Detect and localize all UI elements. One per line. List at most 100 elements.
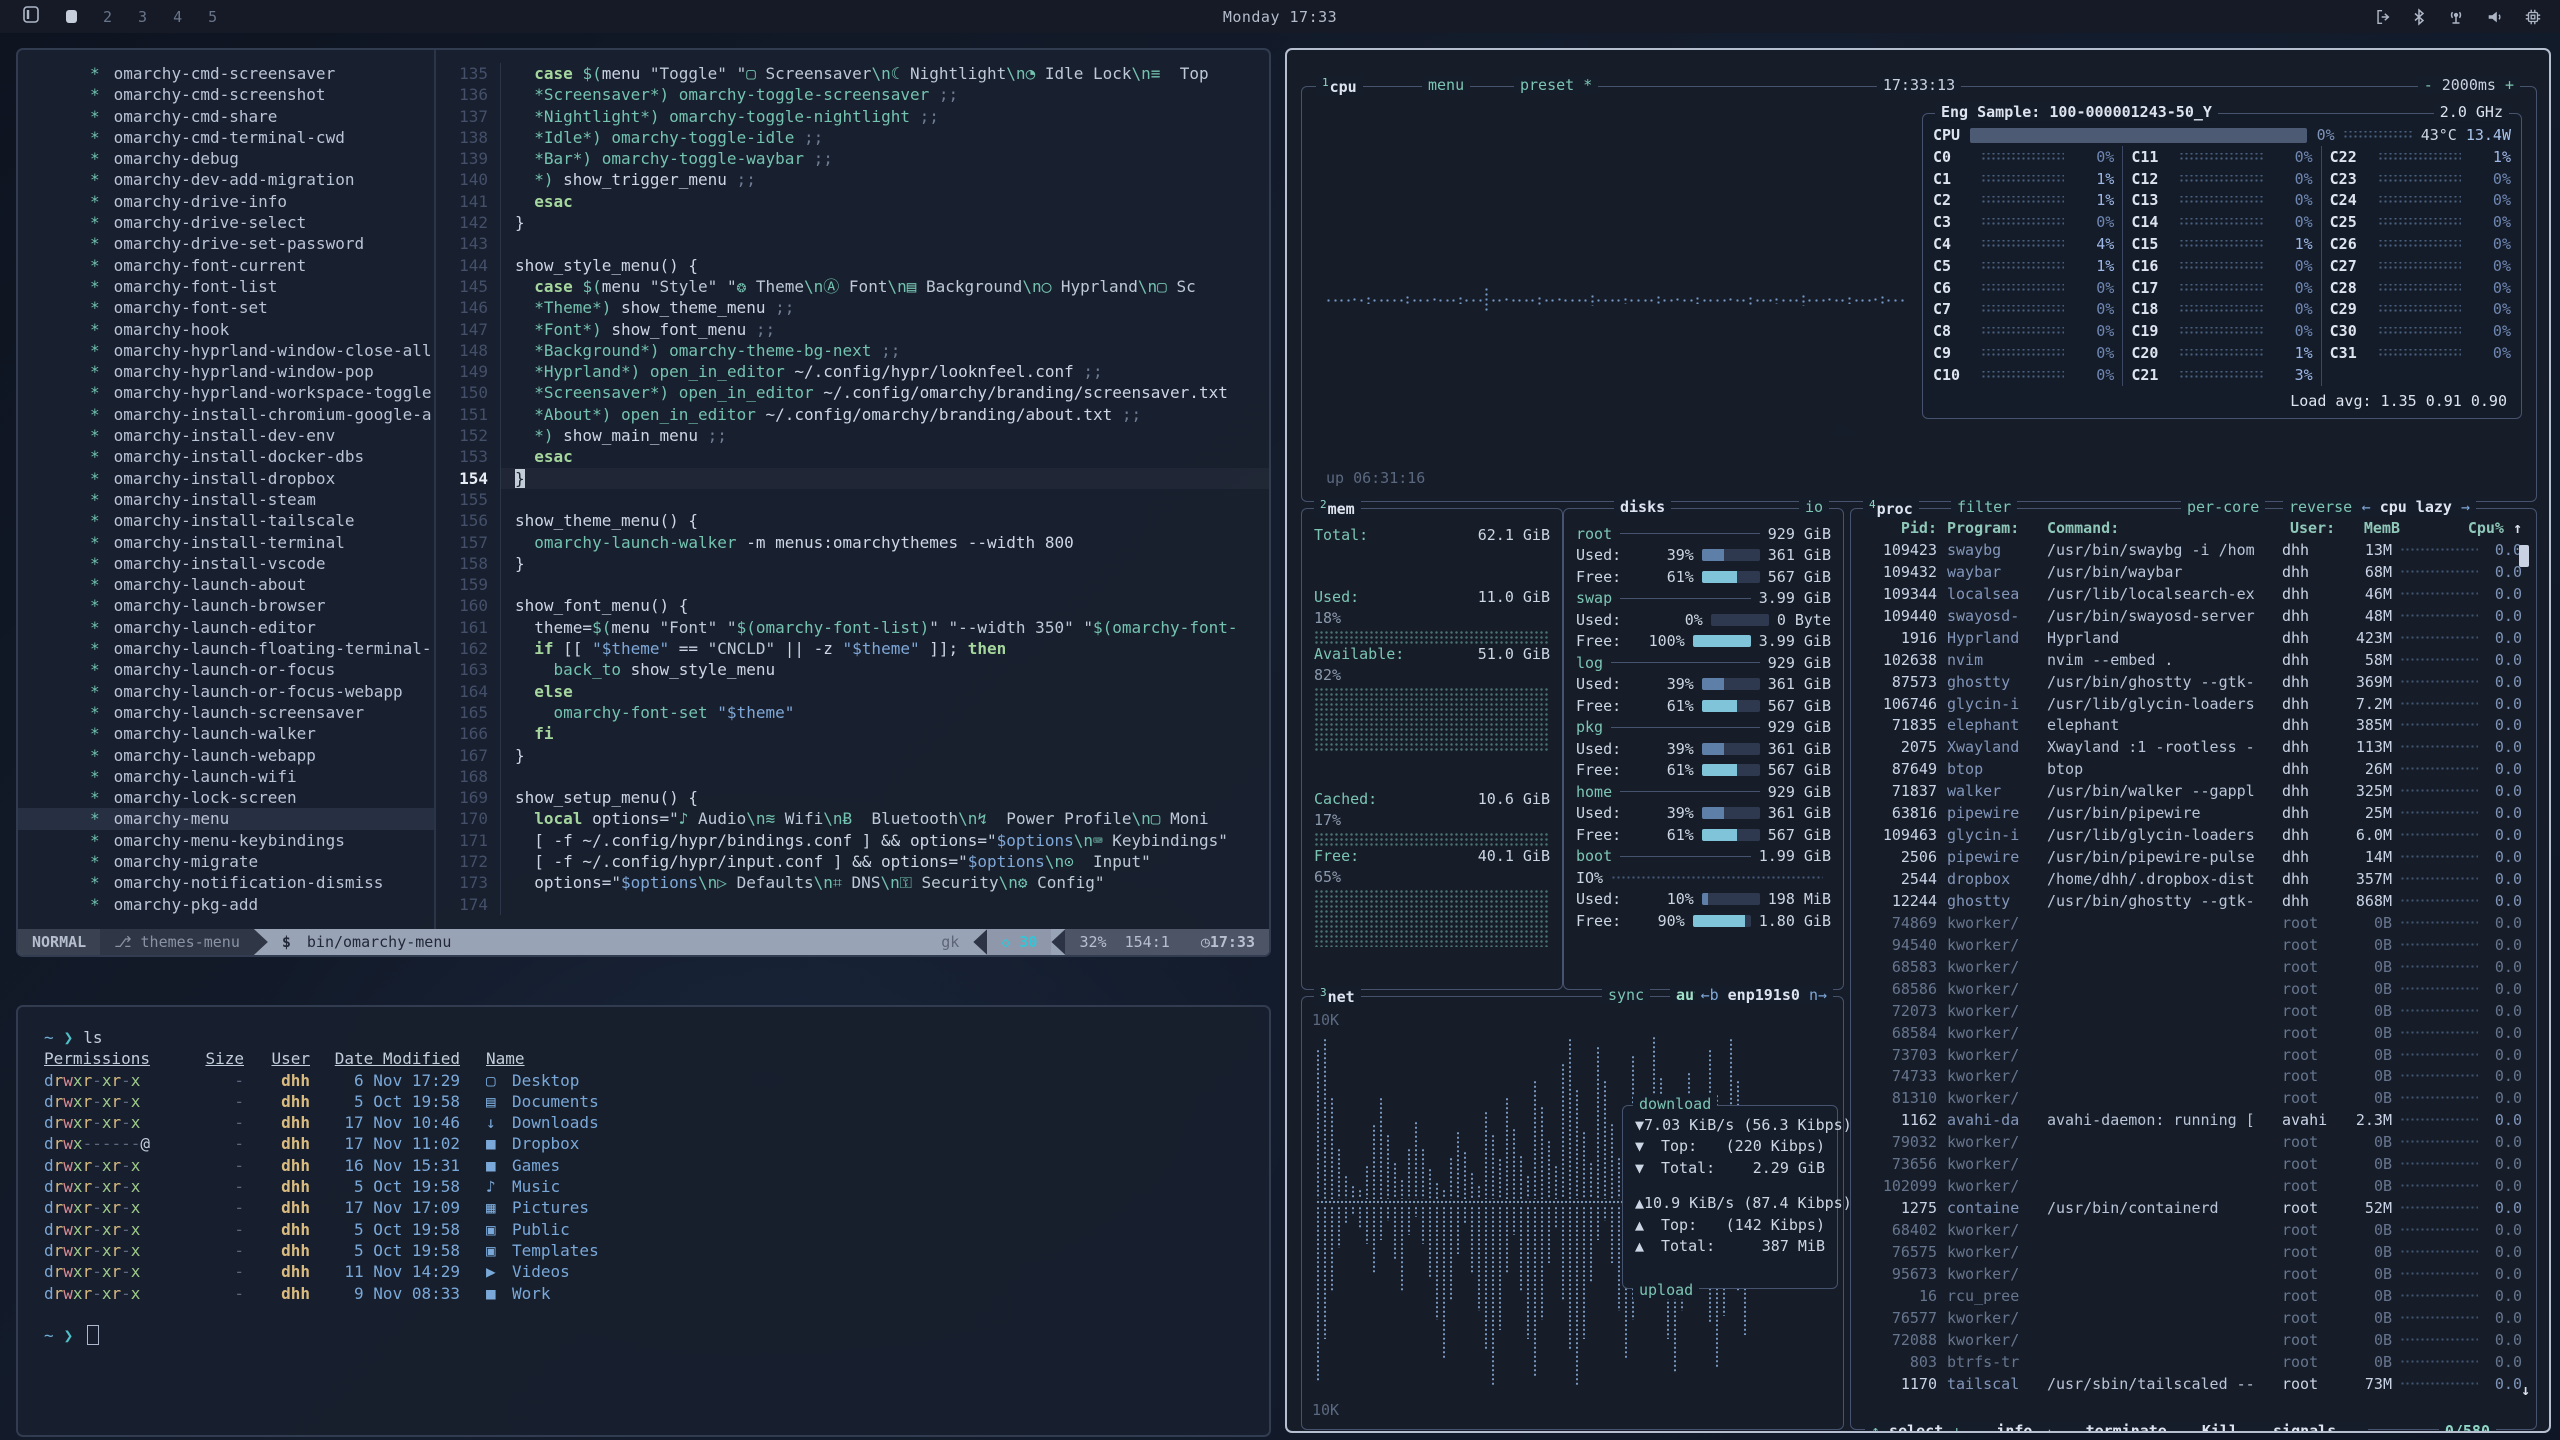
tab-disks[interactable]: disks	[1614, 498, 1671, 516]
file-list-item[interactable]: *omarchy-cmd-terminal-cwd	[18, 127, 434, 148]
file-list-item[interactable]: *omarchy-launch-wifi	[18, 766, 434, 787]
process-row[interactable]: 95673kworker/root0B0.0	[1851, 1263, 2536, 1285]
menu-button[interactable]: menu	[1422, 76, 1470, 94]
file-list-pane[interactable]: *omarchy-cmd-screensaver*omarchy-cmd-scr…	[18, 50, 434, 929]
file-list-item[interactable]: *omarchy-launch-or-focus	[18, 659, 434, 680]
process-row[interactable]: 109440swayosd-/usr/bin/swayosd-serverdhh…	[1851, 605, 2536, 627]
tab-cpu[interactable]: 1cpu	[1316, 76, 1363, 96]
file-list-item[interactable]: *omarchy-cmd-screensaver	[18, 63, 434, 84]
process-row[interactable]: 79032kworker/root0B0.0	[1851, 1131, 2536, 1153]
process-row[interactable]: 74869kworker/root0B0.0	[1851, 912, 2536, 934]
select-buttons[interactable]: ↑ select ↓	[1871, 1422, 1961, 1433]
process-row[interactable]: 81310kworker/root0B0.0	[1851, 1087, 2536, 1109]
process-row[interactable]: 16rcu_preeroot0B0.0	[1851, 1285, 2536, 1307]
file-list-item[interactable]: *omarchy-hook	[18, 319, 434, 340]
file-list-item[interactable]: *omarchy-cmd-screenshot	[18, 84, 434, 105]
process-row[interactable]: 87573ghostty/usr/bin/ghostty --gtk-dhh36…	[1851, 671, 2536, 693]
tab-mem[interactable]: 2mem	[1314, 498, 1361, 518]
workspace-1-active[interactable]	[66, 10, 77, 23]
file-list-item[interactable]: *omarchy-migrate	[18, 851, 434, 872]
file-list-item[interactable]: *omarchy-install-vscode	[18, 553, 434, 574]
file-list-item[interactable]: *omarchy-font-list	[18, 276, 434, 297]
file-list-item[interactable]: *omarchy-install-dev-env	[18, 425, 434, 446]
process-row[interactable]: 63816pipewire/usr/bin/pipewiredhh25M0.0	[1851, 802, 2536, 824]
workspace-5[interactable]: 5	[208, 8, 217, 26]
process-row[interactable]: 71837walker/usr/bin/walker --gappldhh325…	[1851, 780, 2536, 802]
process-row[interactable]: 94540kworker/root0B0.0	[1851, 934, 2536, 956]
process-row[interactable]: 106746glycin-i/usr/lib/glycin-loadersdhh…	[1851, 693, 2536, 715]
process-row[interactable]: 72088kworker/root0B0.0	[1851, 1329, 2536, 1351]
process-row[interactable]: 109423swaybg/usr/bin/swaybg -i /homdhh13…	[1851, 539, 2536, 561]
process-row[interactable]: 1162avahi-daavahi-daemon: running [avahi…	[1851, 1109, 2536, 1131]
info-button[interactable]: info ↵	[1996, 1422, 2050, 1433]
process-row[interactable]: 109463glycin-i/usr/lib/glycin-loadersdhh…	[1851, 824, 2536, 846]
file-list-item[interactable]: *omarchy-drive-set-password	[18, 233, 434, 254]
net-interface-switcher[interactable]: ←b enp191s0 n→	[1695, 986, 1833, 1004]
workspace-4[interactable]: 4	[173, 8, 182, 26]
process-row[interactable]: 72073kworker/root0B0.0	[1851, 1000, 2536, 1022]
file-list-item[interactable]: *omarchy-debug	[18, 148, 434, 169]
workspace-2[interactable]: 2	[103, 8, 112, 26]
proc-reverse-button[interactable]: reverse	[2283, 498, 2358, 516]
network-icon[interactable]	[2446, 8, 2466, 26]
process-row[interactable]: 68584kworker/root0B0.0	[1851, 1022, 2536, 1044]
file-list-item[interactable]: *omarchy-launch-browser	[18, 595, 434, 616]
net-sync-button[interactable]: sync	[1602, 986, 1650, 1004]
process-row[interactable]: 2506pipewire/usr/bin/pipewire-pulsedhh14…	[1851, 846, 2536, 868]
file-list-item[interactable]: *omarchy-menu	[18, 808, 434, 829]
file-list-item[interactable]: *omarchy-install-docker-dbs	[18, 446, 434, 467]
terminal-window[interactable]: ~❯ls Permissions Size User Date Modified…	[16, 1005, 1271, 1437]
file-list-item[interactable]: *omarchy-launch-editor	[18, 617, 434, 638]
file-list-item[interactable]: *omarchy-launch-floating-terminal-	[18, 638, 434, 659]
update-interval[interactable]: - 2000ms +	[2418, 76, 2520, 94]
process-row[interactable]: 68586kworker/root0B0.0	[1851, 978, 2536, 1000]
cpu-chip-icon[interactable]	[2524, 8, 2542, 26]
file-list-item[interactable]: *omarchy-launch-screensaver	[18, 702, 434, 723]
signals-button[interactable]: signals	[2273, 1422, 2336, 1433]
process-row[interactable]: 803btrfs-trroot0B0.0	[1851, 1351, 2536, 1373]
file-list-item[interactable]: *omarchy-install-steam	[18, 489, 434, 510]
omarchy-logo-icon[interactable]	[22, 5, 40, 28]
file-list-item[interactable]: *omarchy-cmd-share	[18, 106, 434, 127]
tab-net[interactable]: 3net	[1314, 986, 1361, 1006]
code-pane[interactable]: 135 case $(menu "Toggle" "▢ Screensaver\…	[436, 50, 1269, 929]
process-row[interactable]: 68583kworker/root0B0.0	[1851, 956, 2536, 978]
process-row[interactable]: 102638nvimnvim --embed .dhh58M0.0	[1851, 649, 2536, 671]
process-row[interactable]: 73656kworker/root0B0.0	[1851, 1153, 2536, 1175]
logout-icon[interactable]	[2374, 8, 2392, 26]
btop-window[interactable]: 1cpu menu preset * 17:33:13 - 2000ms + u…	[1285, 48, 2551, 1433]
preset-button[interactable]: preset *	[1514, 76, 1598, 94]
file-list-item[interactable]: *omarchy-drive-select	[18, 212, 434, 233]
process-row[interactable]: 76577kworker/root0B0.0	[1851, 1307, 2536, 1329]
file-list-item[interactable]: *omarchy-notification-dismiss	[18, 872, 434, 893]
file-list-item[interactable]: *omarchy-launch-about	[18, 574, 434, 595]
process-row[interactable]: 2075XwaylandXwayland :1 -rootless -dhh11…	[1851, 736, 2536, 758]
file-list-item[interactable]: *omarchy-install-dropbox	[18, 468, 434, 489]
process-row[interactable]: 2544dropbox/home/dhh/.dropbox-distdhh357…	[1851, 868, 2536, 890]
bluetooth-icon[interactable]	[2412, 8, 2426, 26]
process-row[interactable]: 1170tailscal/usr/sbin/tailscaled --root7…	[1851, 1373, 2536, 1395]
process-row[interactable]: 71835elephantelephantdhh385M0.0	[1851, 715, 2536, 737]
tab-proc[interactable]: 4proc	[1863, 498, 1919, 518]
file-list-item[interactable]: *omarchy-launch-walker	[18, 723, 434, 744]
neovim-window[interactable]: *omarchy-cmd-screensaver*omarchy-cmd-scr…	[16, 48, 1271, 957]
file-list-item[interactable]: *omarchy-font-current	[18, 255, 434, 276]
process-row[interactable]: 73703kworker/root0B0.0	[1851, 1044, 2536, 1066]
process-row[interactable]: 109344localsea/usr/lib/localsearch-exdhh…	[1851, 583, 2536, 605]
process-row[interactable]: 74733kworker/root0B0.0	[1851, 1066, 2536, 1088]
volume-icon[interactable]	[2486, 8, 2504, 26]
tab-io[interactable]: io	[1799, 498, 1829, 516]
file-list-item[interactable]: *omarchy-hyprland-window-close-all	[18, 340, 434, 361]
file-list-item[interactable]: *omarchy-drive-info	[18, 191, 434, 212]
process-row[interactable]: 1275containe/usr/bin/containerdroot52M0.…	[1851, 1197, 2536, 1219]
file-list-item[interactable]: *omarchy-hyprland-workspace-toggle	[18, 382, 434, 403]
file-list-item[interactable]: *omarchy-install-chromium-google-a	[18, 404, 434, 425]
file-list-item[interactable]: *omarchy-hyprland-window-pop	[18, 361, 434, 382]
file-list-item[interactable]: *omarchy-menu-keybindings	[18, 830, 434, 851]
proc-sort-selector[interactable]: ← cpu lazy →	[2356, 498, 2476, 516]
process-row[interactable]: 76575kworker/root0B0.0	[1851, 1241, 2536, 1263]
process-row[interactable]: 87649btopbtopdhh26M0.0	[1851, 758, 2536, 780]
process-row[interactable]: 68402kworker/root0B0.0	[1851, 1219, 2536, 1241]
proc-percore-button[interactable]: per-core	[2181, 498, 2265, 516]
process-row[interactable]: 1916HyprlandHyprlanddhh423M0.0	[1851, 627, 2536, 649]
